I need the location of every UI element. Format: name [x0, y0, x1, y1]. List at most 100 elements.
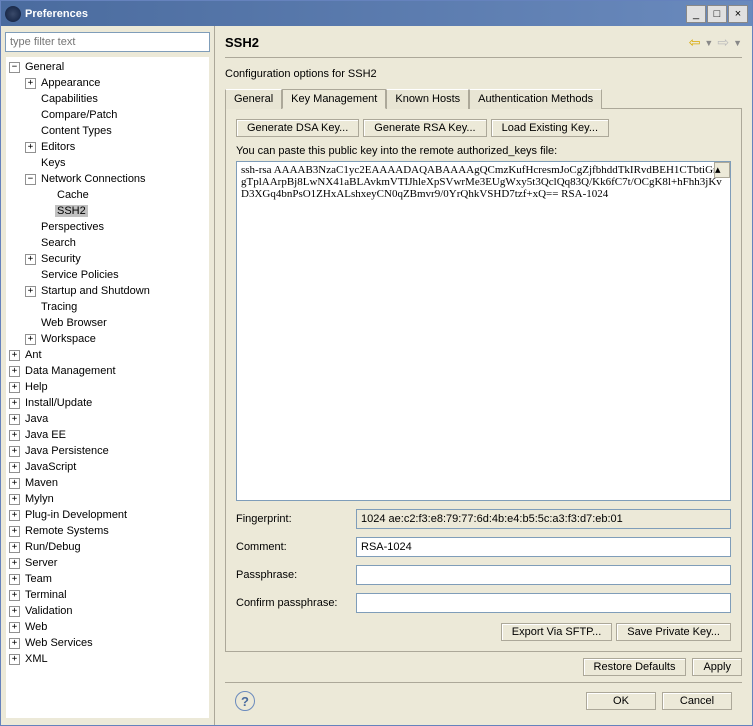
- expand-icon[interactable]: +: [9, 622, 20, 633]
- tree-item[interactable]: −General: [6, 59, 209, 75]
- back-menu-icon[interactable]: ▼: [704, 38, 713, 48]
- scroll-up-icon[interactable]: ▴: [714, 162, 730, 178]
- tree-item[interactable]: Content Types: [6, 123, 209, 139]
- expand-icon[interactable]: +: [25, 286, 36, 297]
- expand-icon[interactable]: +: [9, 350, 20, 361]
- tab-authentication-methods[interactable]: Authentication Methods: [469, 89, 602, 109]
- expand-icon[interactable]: +: [9, 606, 20, 617]
- tree-item[interactable]: +Team: [6, 571, 209, 587]
- minimize-button[interactable]: _: [686, 5, 706, 23]
- tree-item[interactable]: Keys: [6, 155, 209, 171]
- tree-item[interactable]: Search: [6, 235, 209, 251]
- maximize-button[interactable]: □: [707, 5, 727, 23]
- tree-item-label: Web: [23, 621, 49, 633]
- tree-item[interactable]: +Help: [6, 379, 209, 395]
- tree-item[interactable]: +Java Persistence: [6, 443, 209, 459]
- tree-item[interactable]: +Plug-in Development: [6, 507, 209, 523]
- tree-item[interactable]: Compare/Patch: [6, 107, 209, 123]
- tree-item[interactable]: Cache: [6, 187, 209, 203]
- expand-icon[interactable]: +: [9, 462, 20, 473]
- tab-known-hosts[interactable]: Known Hosts: [386, 89, 469, 109]
- expand-icon[interactable]: +: [9, 430, 20, 441]
- back-icon[interactable]: ⇦: [689, 34, 701, 51]
- tree-item[interactable]: +Security: [6, 251, 209, 267]
- expand-icon[interactable]: +: [9, 590, 20, 601]
- tree-item-label: Compare/Patch: [39, 109, 119, 121]
- tree-item[interactable]: +Web Services: [6, 635, 209, 651]
- tree-item[interactable]: +Install/Update: [6, 395, 209, 411]
- collapse-icon[interactable]: −: [25, 174, 36, 185]
- tab-key-management[interactable]: Key Management: [282, 89, 386, 109]
- tree-item[interactable]: +Java EE: [6, 427, 209, 443]
- expand-icon[interactable]: +: [9, 382, 20, 393]
- help-icon[interactable]: ?: [235, 691, 255, 711]
- expand-icon[interactable]: +: [9, 478, 20, 489]
- tree-item[interactable]: +XML: [6, 651, 209, 667]
- preferences-tree[interactable]: −General+AppearanceCapabilities Compare/P…: [5, 56, 210, 719]
- tree-item[interactable]: +Terminal: [6, 587, 209, 603]
- tree-item[interactable]: Tracing: [6, 299, 209, 315]
- tree-item[interactable]: +Run/Debug: [6, 539, 209, 555]
- tree-item[interactable]: +Java: [6, 411, 209, 427]
- expand-icon[interactable]: +: [9, 398, 20, 409]
- expand-icon[interactable]: +: [25, 142, 36, 153]
- expand-icon[interactable]: +: [25, 78, 36, 89]
- collapse-icon[interactable]: −: [9, 62, 20, 73]
- expand-icon[interactable]: +: [25, 254, 36, 265]
- expand-icon[interactable]: +: [9, 414, 20, 425]
- tree-item[interactable]: Service Policies: [6, 267, 209, 283]
- expand-icon[interactable]: +: [9, 494, 20, 505]
- save-private-key-button[interactable]: Save Private Key...: [616, 623, 731, 641]
- tree-item-label: Web Browser: [39, 317, 109, 329]
- confirm-passphrase-field[interactable]: [356, 593, 731, 613]
- passphrase-field[interactable]: [356, 565, 731, 585]
- tree-item[interactable]: +Server: [6, 555, 209, 571]
- tree-item[interactable]: +Appearance: [6, 75, 209, 91]
- expand-icon[interactable]: +: [9, 654, 20, 665]
- public-key-textarea[interactable]: ssh-rsa AAAAB3NzaC1yc2EAAAADAQABAAAAgQCm…: [236, 161, 731, 501]
- expand-icon[interactable]: +: [9, 558, 20, 569]
- expand-icon[interactable]: +: [9, 510, 20, 521]
- expand-icon[interactable]: +: [25, 334, 36, 345]
- tree-item[interactable]: +Web: [6, 619, 209, 635]
- generate-rsa-button[interactable]: Generate RSA Key...: [363, 119, 486, 137]
- tree-item[interactable]: +Startup and Shutdown: [6, 283, 209, 299]
- tree-item[interactable]: +Maven: [6, 475, 209, 491]
- expand-icon[interactable]: +: [9, 526, 20, 537]
- tree-item-label: Perspectives: [39, 221, 106, 233]
- tree-item-label: Web Services: [23, 637, 95, 649]
- tree-item[interactable]: +Ant: [6, 347, 209, 363]
- ok-button[interactable]: OK: [586, 692, 656, 710]
- tree-item[interactable]: +Data Management: [6, 363, 209, 379]
- tree-item-label: Search: [39, 237, 78, 249]
- export-sftp-button[interactable]: Export Via SFTP...: [501, 623, 612, 641]
- tree-item[interactable]: +Workspace: [6, 331, 209, 347]
- load-key-button[interactable]: Load Existing Key...: [491, 119, 609, 137]
- tree-item[interactable]: +JavaScript: [6, 459, 209, 475]
- forward-menu-icon[interactable]: ▼: [733, 38, 742, 48]
- expand-icon[interactable]: +: [9, 542, 20, 553]
- tree-item[interactable]: +Mylyn: [6, 491, 209, 507]
- tree-item[interactable]: +Validation: [6, 603, 209, 619]
- tab-general[interactable]: General: [225, 89, 282, 109]
- restore-defaults-button[interactable]: Restore Defaults: [583, 658, 687, 676]
- expand-icon[interactable]: +: [9, 446, 20, 457]
- expand-icon[interactable]: +: [9, 574, 20, 585]
- confirm-passphrase-label: Confirm passphrase:: [236, 597, 356, 609]
- generate-dsa-button[interactable]: Generate DSA Key...: [236, 119, 359, 137]
- cancel-button[interactable]: Cancel: [662, 692, 732, 710]
- close-button[interactable]: ×: [728, 5, 748, 23]
- comment-field[interactable]: [356, 537, 731, 557]
- tree-item[interactable]: +Editors: [6, 139, 209, 155]
- tree-item[interactable]: Web Browser: [6, 315, 209, 331]
- tree-item-label: Java: [23, 413, 50, 425]
- tree-item[interactable]: SSH2: [6, 203, 209, 219]
- tree-item[interactable]: Capabilities: [6, 91, 209, 107]
- tree-item[interactable]: Perspectives: [6, 219, 209, 235]
- expand-icon[interactable]: +: [9, 366, 20, 377]
- filter-input[interactable]: [5, 32, 210, 52]
- tree-item[interactable]: −Network Connections: [6, 171, 209, 187]
- expand-icon[interactable]: +: [9, 638, 20, 649]
- tree-item[interactable]: +Remote Systems: [6, 523, 209, 539]
- apply-button[interactable]: Apply: [692, 658, 742, 676]
